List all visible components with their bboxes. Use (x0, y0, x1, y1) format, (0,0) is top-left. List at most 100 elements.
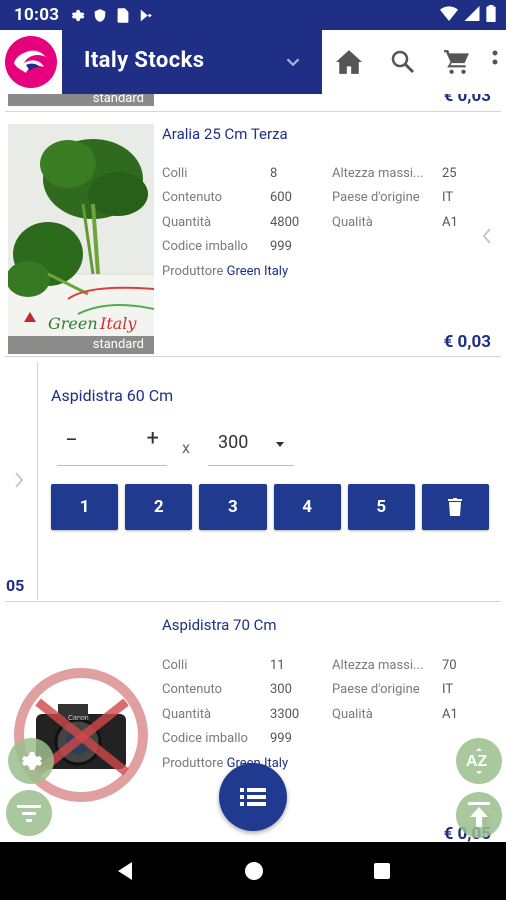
wifi-icon (440, 5, 458, 25)
spec-label: Qualità (332, 707, 373, 722)
divider (5, 356, 501, 357)
item-index: 05 (6, 576, 25, 595)
spec-label: Paese d'origine (332, 190, 420, 205)
battery-icon (486, 4, 496, 26)
spec-label: Contenuto (162, 190, 223, 205)
spec-label: Qualità (332, 215, 373, 230)
spec-value: 999 (270, 239, 292, 254)
spec-label: Altezza massi... (332, 658, 424, 673)
spec-value: A1 (442, 707, 458, 722)
quick-buttons: 1 2 3 4 5 (51, 484, 490, 530)
svg-text:Green: Green (48, 314, 98, 333)
producer-label: Produttore (162, 756, 224, 771)
search-button[interactable] (376, 30, 430, 94)
quantity-value: 300 (218, 432, 249, 453)
spec-label: Quantità (162, 215, 212, 230)
rose-logo-icon (5, 36, 57, 88)
spec-value: 300 (270, 682, 292, 697)
system-nav-bar (0, 842, 506, 900)
decrement-button[interactable]: − (65, 428, 78, 453)
sim-icon (115, 7, 131, 23)
recents-icon[interactable] (372, 861, 392, 881)
caret-down-icon (276, 442, 284, 447)
spec-value: A1 (442, 215, 458, 230)
list-icon (240, 788, 266, 806)
price: € 0,03 (443, 332, 491, 352)
product-title: Aralia 25 Cm Terza (162, 125, 288, 143)
chevron-down-icon[interactable] (282, 51, 304, 73)
spec-value: IT (442, 190, 454, 205)
sort-fab[interactable]: AZ (456, 738, 502, 784)
home-button[interactable] (322, 30, 376, 94)
scroll-top-fab[interactable] (456, 792, 502, 838)
gear-icon (22, 752, 42, 770)
status-bar: 10:03 (0, 0, 506, 30)
more-button[interactable] (484, 30, 506, 94)
partial-list-item[interactable]: standard € 0,03 (0, 94, 506, 110)
home-circle-icon[interactable] (243, 860, 265, 882)
cart-button[interactable] (430, 30, 484, 94)
scroll-top-icon (468, 802, 490, 827)
svg-text:Canon: Canon (68, 715, 89, 722)
quick-button-1[interactable]: 1 (51, 484, 119, 530)
svg-text:Italy: Italy (99, 314, 137, 333)
search-icon (391, 50, 415, 74)
spec-value: 999 (270, 731, 292, 746)
list-menu-fab[interactable] (219, 763, 287, 831)
quantity-stepper[interactable]: − + (57, 422, 167, 466)
quick-button-4[interactable]: 4 (273, 484, 341, 530)
spec-value: 70 (442, 658, 457, 673)
delete-button[interactable] (421, 484, 490, 530)
spec-value: 25 (442, 166, 457, 181)
price: € 0,03 (443, 94, 491, 106)
home-icon (336, 50, 363, 74)
spec-value: 4800 (270, 215, 300, 230)
more-icon (492, 50, 498, 65)
expanded-list-item[interactable]: 05 Aspidistra 60 Cm − + x 300 1 2 3 4 5 (0, 362, 506, 600)
spec-label: Paese d'origine (332, 682, 420, 697)
list-item[interactable]: Green Italy standard Aralia 25 Cm Terza … (0, 112, 506, 356)
status-time: 10:03 (14, 5, 60, 25)
app-logo[interactable] (0, 30, 62, 94)
expanded-item-sidebar[interactable]: 05 (0, 362, 38, 600)
play-store-icon (138, 7, 154, 23)
screen: 10:03 Italy Stocks standard € 0,03 Green… (0, 0, 506, 900)
trash-icon (448, 498, 463, 516)
filter-icon (17, 805, 41, 822)
producer-row: Produttore Green Italy (162, 264, 288, 279)
product-title: Aspidistra 70 Cm (162, 616, 277, 634)
product-image[interactable]: Green Italy standard (8, 124, 154, 354)
multiply-sign: x (182, 438, 190, 457)
spec-label: Colli (162, 166, 188, 181)
signal-icon (464, 5, 480, 25)
image-label: standard (8, 336, 154, 354)
quick-button-2[interactable]: 2 (125, 484, 193, 530)
quick-button-3[interactable]: 3 (199, 484, 267, 530)
chevron-left-icon[interactable] (480, 226, 494, 246)
aralia-photo-icon: Green Italy (8, 124, 154, 354)
spec-label: Colli (162, 658, 188, 673)
spec-value: 8 (270, 166, 278, 181)
app-bar: Italy Stocks (0, 30, 506, 94)
settings-fab[interactable] (8, 738, 54, 784)
sort-az-icon: AZ (466, 748, 488, 774)
product-list[interactable]: standard € 0,03 Green Italy standard Ara… (0, 94, 506, 842)
quick-button-5[interactable]: 5 (347, 484, 415, 530)
spec-value: 3300 (270, 707, 300, 722)
spec-value: 600 (270, 190, 292, 205)
product-title: Aspidistra 60 Cm (51, 386, 174, 405)
svg-text:AZ: AZ (466, 753, 488, 770)
gear-icon (69, 7, 85, 23)
spec-label: Contenuto (162, 682, 223, 697)
shield-icon (92, 7, 108, 23)
back-icon[interactable] (114, 860, 136, 882)
increment-button[interactable]: + (147, 426, 159, 451)
spec-value: 11 (270, 658, 285, 673)
spec-label: Altezza massi... (332, 166, 424, 181)
spec-value: IT (442, 682, 454, 697)
filter-fab[interactable] (6, 790, 52, 836)
spec-label: Quantità (162, 707, 212, 722)
app-title: Italy Stocks (84, 48, 205, 73)
quantity-select[interactable]: 300 (208, 422, 294, 466)
chevron-right-icon[interactable] (12, 470, 26, 490)
